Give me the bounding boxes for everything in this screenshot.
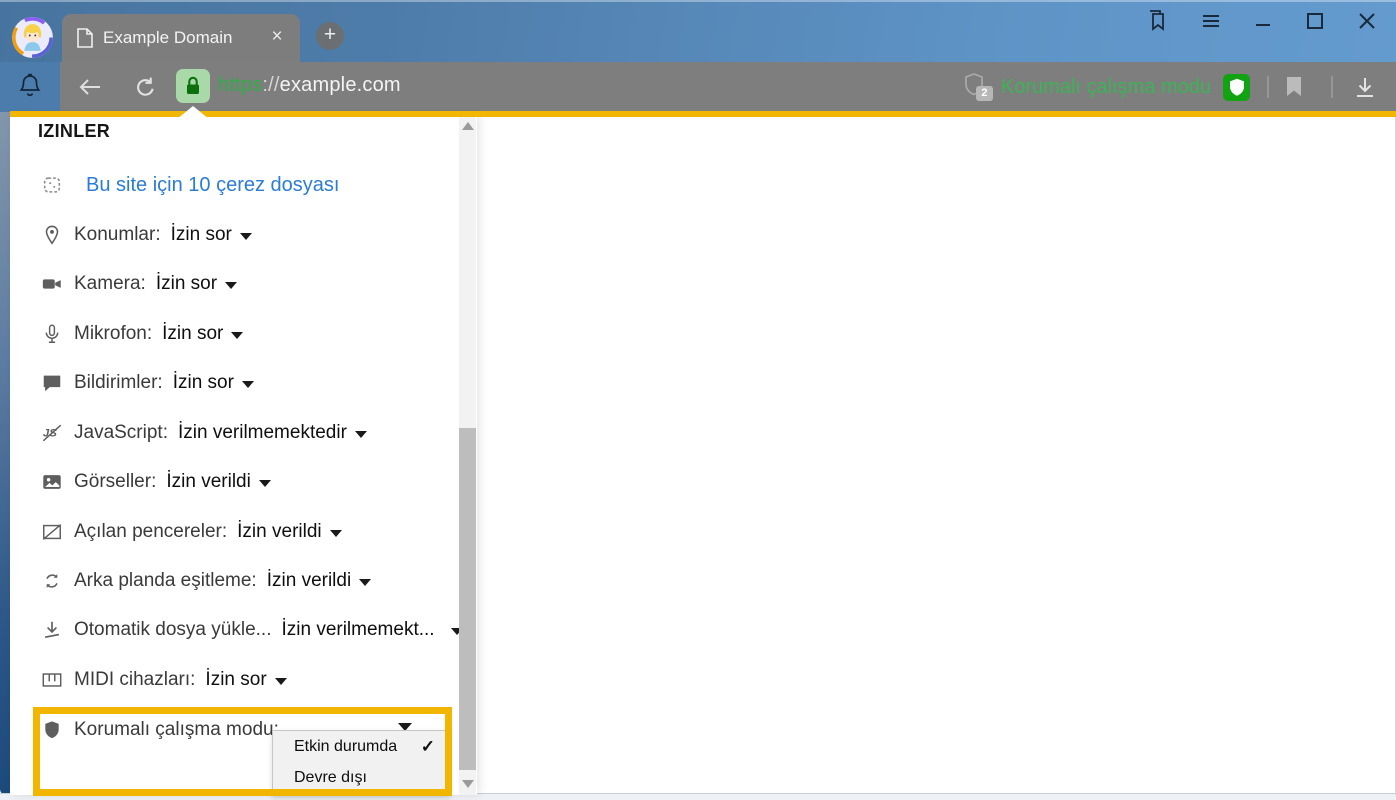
dropdown-caret-icon[interactable] (225, 282, 237, 289)
camera-icon (40, 273, 64, 295)
scroll-up-icon[interactable] (462, 122, 474, 130)
highlight-underline (10, 111, 1396, 117)
autodownload-icon (40, 619, 64, 641)
site-security-lock-icon[interactable] (176, 69, 210, 103)
notification-icon (40, 372, 64, 394)
protection-shield-button[interactable] (1223, 74, 1250, 101)
url-separator: :// (262, 74, 279, 96)
permission-row: Görseller: İzin verildi (40, 467, 271, 497)
permission-label: Konumlar: (74, 224, 161, 246)
tracker-count-badge: 2 (976, 86, 993, 101)
dropdown-caret-icon[interactable] (359, 579, 371, 586)
url-host: example.com (280, 74, 401, 96)
permission-value[interactable]: İzin verilmemektedir (178, 422, 347, 444)
close-icon[interactable] (1356, 10, 1378, 32)
tab-bar: Example Domain × + (0, 0, 1396, 62)
reload-icon[interactable] (133, 75, 158, 100)
permission-row: Otomatik dosya yükle... İzin verilmemekt.… (40, 615, 463, 645)
dropdown-caret-icon[interactable] (330, 530, 342, 537)
permissions-panel: IZINLER Bu site için 10 çerez dosyası Ko… (10, 115, 477, 795)
dropdown-caret-icon[interactable] (231, 332, 243, 339)
permission-label: MIDI cihazları: (74, 669, 195, 691)
address-toolbar: https://example.com 2 Korumalı çalışma m… (0, 62, 1396, 112)
downloads-icon[interactable] (1352, 75, 1378, 100)
permission-value[interactable]: İzin verildi (267, 570, 351, 592)
permission-label: Görseller: (74, 471, 156, 493)
permission-value[interactable]: İzin sor (171, 224, 232, 246)
permission-label: Otomatik dosya yükle... (74, 619, 271, 641)
page-icon (76, 28, 94, 48)
midi-icon (40, 669, 64, 691)
permission-row: Bildirimler: İzin sor (40, 368, 254, 398)
permission-value[interactable]: İzin sor (162, 323, 223, 345)
tab-title: Example Domain (103, 28, 232, 48)
profile-avatar[interactable] (12, 17, 53, 58)
menu-icon[interactable] (1200, 10, 1222, 32)
bookmarks-icon[interactable] (1144, 8, 1170, 34)
permission-label: Kamera: (74, 273, 146, 295)
new-tab-button[interactable]: + (316, 22, 344, 50)
permission-value[interactable]: İzin sor (205, 669, 266, 691)
toolbar-divider (1267, 76, 1269, 98)
dropdown-option-enabled[interactable]: Etkin durumda ✓ (273, 731, 449, 762)
javascript-icon: JS (40, 422, 64, 444)
cookies-link-row[interactable]: Bu site için 10 çerez dosyası (40, 171, 339, 199)
panel-scrollbar[interactable] (459, 115, 476, 795)
permission-value[interactable]: İzin sor (156, 273, 217, 295)
permission-row: MIDI cihazları: İzin sor (40, 665, 287, 695)
panel-title: IZINLER (38, 121, 110, 142)
scroll-down-icon[interactable] (462, 780, 474, 788)
dropdown-caret-icon[interactable] (242, 381, 254, 388)
permission-label: Açılan pencereler: (74, 521, 227, 543)
dropdown-option-disabled[interactable]: Devre dışı (273, 762, 449, 793)
permission-row: Açılan pencereler: İzin verildi (40, 517, 342, 547)
bookmark-flag-icon[interactable] (1284, 75, 1304, 99)
permission-row: Kamera: İzin sor (40, 269, 237, 299)
browser-window: Example Domain × + (0, 0, 1396, 800)
permission-row: Arka planda eşitleme: İzin verildi (40, 566, 371, 596)
browser-tab[interactable]: Example Domain × (62, 14, 300, 62)
popup-icon (40, 521, 64, 543)
permission-value[interactable]: İzin verilmemekt... (281, 619, 434, 641)
maximize-icon[interactable] (1304, 10, 1326, 32)
location-icon (40, 224, 64, 246)
image-icon (40, 471, 64, 493)
notifications-bell-icon[interactable] (16, 72, 44, 102)
permission-value[interactable]: İzin verildi (166, 471, 250, 493)
permission-label: Mikrofon: (74, 323, 152, 345)
permission-row: Korumalı çalışma modu: (40, 715, 279, 745)
panel-anchor-arrow (177, 106, 209, 119)
permission-label: Korumalı çalışma modu: (74, 719, 279, 741)
dropdown-caret-icon[interactable] (355, 431, 367, 438)
url-protocol: https (218, 74, 262, 96)
permission-label: JavaScript: (74, 422, 168, 444)
protected-mode-label: Korumalı çalışma modu (1001, 76, 1211, 99)
permission-label: Bildirimler: (74, 372, 163, 394)
microphone-icon (40, 323, 64, 345)
protected-mode-dropdown: Etkin durumda ✓ Devre dışı (272, 730, 450, 796)
sync-icon (40, 570, 64, 592)
permission-row: JS JavaScript: İzin verilmemektedir (40, 418, 367, 448)
address-url[interactable]: https://example.com (218, 74, 401, 97)
back-icon[interactable] (77, 75, 103, 99)
cookies-link[interactable]: Bu site için 10 çerez dosyası (86, 174, 339, 197)
tracker-shield-icon[interactable]: 2 (963, 72, 989, 102)
dropdown-caret-icon[interactable] (275, 678, 287, 685)
window-edge (0, 112, 10, 795)
check-icon: ✓ (421, 731, 435, 762)
toolbar-divider (1331, 76, 1333, 98)
sidebar-strip (0, 62, 60, 112)
permission-row: Konumlar: İzin sor (40, 220, 252, 250)
dropdown-caret-icon[interactable] (240, 233, 252, 240)
cookie-icon (40, 174, 64, 196)
shield-icon (40, 719, 64, 741)
dropdown-caret-icon[interactable] (259, 480, 271, 487)
scrollbar-thumb[interactable] (459, 428, 476, 770)
permission-value[interactable]: İzin verildi (237, 521, 321, 543)
minimize-icon[interactable] (1252, 10, 1274, 32)
permission-label: Arka planda eşitleme: (74, 570, 257, 592)
permission-value[interactable]: İzin sor (173, 372, 234, 394)
permission-row: Mikrofon: İzin sor (40, 319, 243, 349)
tab-close-icon[interactable]: × (266, 26, 288, 48)
